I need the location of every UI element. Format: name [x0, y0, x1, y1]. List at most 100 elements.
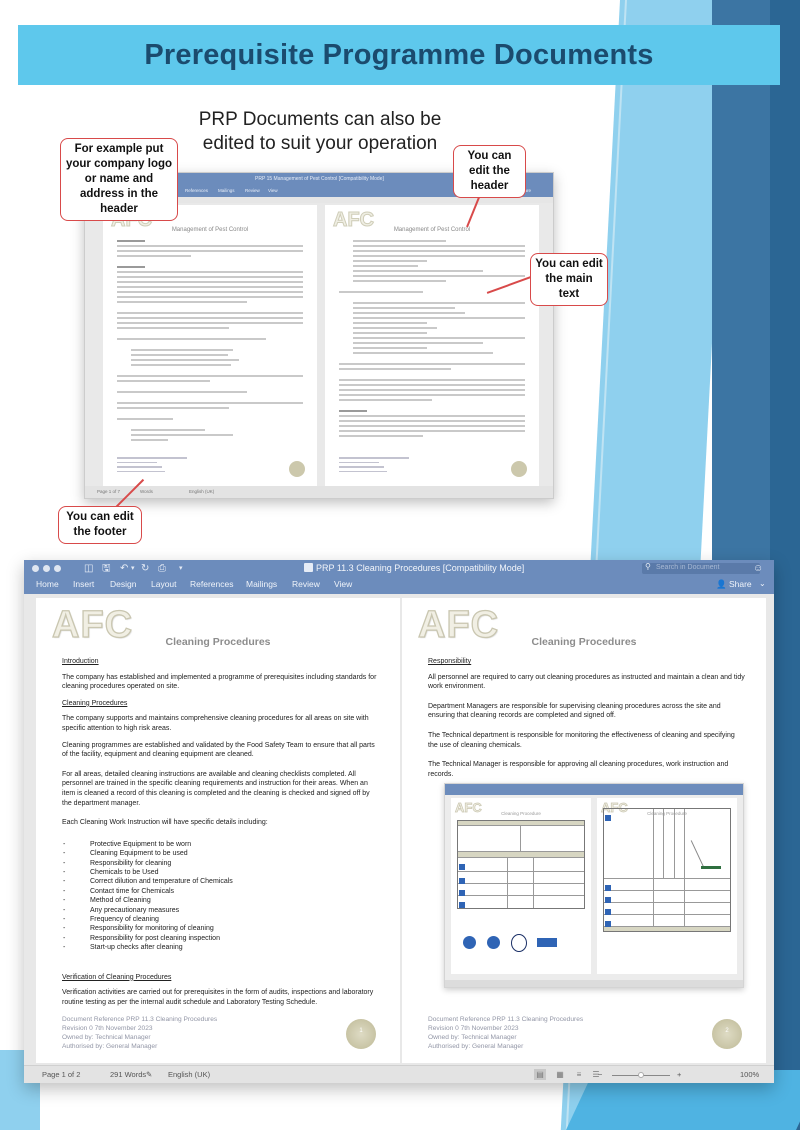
mini-page-2: AFC Cleaning Procedure: [597, 798, 737, 974]
tab-mailings[interactable]: Mailings: [246, 579, 277, 589]
sidebar-toggle-icon[interactable]: ◫: [84, 563, 93, 575]
list-item: Method of Cleaning: [62, 896, 380, 906]
outline-view-button[interactable]: ≡: [573, 1069, 585, 1080]
ribbon-collapse-chevron-icon[interactable]: ⌄: [759, 579, 766, 588]
list-item: Responsibility for post cleaning inspect…: [62, 934, 380, 944]
undo-icon[interactable]: ↶: [120, 563, 128, 575]
proofing-icon[interactable]: ✎: [146, 1070, 152, 1079]
intro-paragraph: The company has established and implemen…: [62, 673, 377, 691]
page-heading: Cleaning Procedures: [165, 636, 271, 648]
small-status-bar: Page 1 of 7 Words English (UK): [85, 486, 553, 498]
list-item: Frequency of cleaning: [62, 915, 380, 925]
small-status-language: English (UK): [189, 489, 215, 494]
smiley-account-icon[interactable]: ☺: [753, 563, 763, 574]
verification-paragraph: Verification activities are carried out …: [62, 989, 374, 1006]
small-window-title: PRP 15 Management of Pest Control [Compa…: [255, 176, 384, 182]
outline-icon: ≡: [576, 1070, 582, 1079]
small-page-2: AFC Management of Pest Control: [325, 205, 539, 487]
print-icon[interactable]: ⎙: [158, 563, 166, 575]
tab-design[interactable]: Design: [110, 579, 136, 589]
list-item: Any precautionary measures: [62, 906, 380, 916]
search-input[interactable]: ⚲ Search in Document: [642, 562, 760, 574]
small-page-1: AFC Management of Pest Control: [103, 205, 317, 487]
page-heading: Cleaning Procedures: [531, 636, 637, 648]
embedded-work-instruction-image: AFC Cleaning Procedure AFC Cleaning Proc…: [444, 783, 744, 988]
search-placeholder: Search in Document: [656, 564, 720, 571]
footer-revision: Revision 0 7th November 2023: [62, 1025, 153, 1032]
word-doc-icon: [304, 563, 313, 572]
tab-view[interactable]: View: [334, 579, 352, 589]
section-title-cleaning-procedures: Cleaning Procedures: [62, 699, 128, 707]
footer-authorised: Authorised by: General Manager: [428, 1043, 524, 1050]
share-button[interactable]: 👤 Share: [716, 579, 752, 590]
list-item: Correct dilution and temperature of Chem…: [62, 877, 380, 887]
subtitle-line-2: edited to suit your operation: [202, 133, 438, 154]
callout-edit-header: You can edit the header: [453, 145, 526, 198]
list-item: Start-up checks after cleaning: [62, 943, 380, 953]
paragraph: Department Managers are responsible for …: [428, 702, 721, 720]
background-stripe-darker: [770, 0, 800, 1130]
print-layout-view-button[interactable]: ▤: [534, 1069, 546, 1080]
small-page-heading: Management of Pest Control: [171, 227, 249, 233]
customize-toolbar-icon[interactable]: ▾: [179, 563, 183, 575]
title-bar: ◫ 🖫 ↶ ▾ ↻ ⎙ ▾ PRP 11.3 Cleaning Procedur…: [24, 560, 774, 578]
paragraph: Cleaning programmes are established and …: [62, 741, 375, 759]
footer-revision: Revision 0 7th November 2023: [428, 1025, 519, 1032]
page-number: 1: [359, 1028, 363, 1034]
page-body: Responsibility All personnel are require…: [428, 657, 746, 786]
pest-control-window-screenshot: PRP 15 Management of Pest Control [Compa…: [84, 172, 554, 499]
zoom-out-button[interactable]: −: [598, 1070, 602, 1079]
mini-heading: Cleaning Procedure: [501, 811, 541, 816]
callout-edit-main-text: You can edit the main text: [530, 253, 608, 306]
small-footer-lines: [117, 457, 187, 475]
paragraph: For all areas, detailed cleaning instruc…: [62, 770, 370, 807]
page-footer: Document Reference PRP 11.3 Cleaning Pro…: [428, 1015, 583, 1051]
small-status-page: Page 1 of 7: [97, 489, 121, 494]
maximize-window-button[interactable]: [54, 565, 61, 572]
zoom-slider[interactable]: [612, 1072, 670, 1078]
tab-insert[interactable]: Insert: [73, 579, 94, 589]
web-layout-view-button[interactable]: ▦: [554, 1069, 566, 1080]
subtitle-line-1: PRP Documents can also be: [198, 109, 442, 130]
small-seal-icon: [511, 461, 527, 477]
page-body: Introduction The company has established…: [62, 657, 380, 1014]
footer-document-reference: Document Reference PRP 11.3 Cleaning Pro…: [428, 1016, 584, 1023]
zoom-slider-handle[interactable]: [638, 1072, 644, 1078]
status-bar: Page 1 of 2 291 Words ✎ English (UK) ▤ ▦…: [24, 1065, 774, 1083]
small-page-body-lines: [117, 240, 303, 444]
paragraph: The company supports and maintains compr…: [62, 715, 369, 732]
footer-owner: Owned by: Technical Manager: [428, 1034, 517, 1041]
document-title: PRP 11.3 Cleaning Procedures [Compatibil…: [304, 563, 524, 573]
zoom-in-button[interactable]: +: [677, 1070, 681, 1079]
redo-icon[interactable]: ↻: [141, 563, 149, 575]
save-icon[interactable]: 🖫: [102, 563, 111, 575]
paragraph: The Technical Manager is responsible for…: [428, 761, 729, 778]
mini-page-1: AFC Cleaning Procedure: [451, 798, 591, 974]
minimize-window-button[interactable]: [43, 565, 50, 572]
tab-references[interactable]: References: [190, 579, 233, 589]
ppe-icon: [511, 934, 527, 952]
small-tab-references: References: [185, 188, 209, 193]
small-tab-review: Review: [245, 188, 260, 193]
ribbon-tabs: Home Insert Design Layout References Mai…: [24, 578, 774, 594]
status-language[interactable]: English (UK): [168, 1070, 210, 1079]
section-title-verification: Verification of Cleaning Procedures: [62, 973, 172, 981]
close-window-button[interactable]: [32, 565, 39, 572]
small-footer-lines: [339, 457, 409, 475]
zoom-level[interactable]: 100%: [740, 1070, 759, 1079]
document-page-1[interactable]: AFC Cleaning Procedures Introduction The…: [36, 598, 400, 1063]
tab-home[interactable]: Home: [36, 579, 59, 589]
document-page-2[interactable]: AFC Cleaning Procedures Responsibility A…: [402, 598, 766, 1063]
small-page-heading: Management of Pest Control: [393, 227, 471, 233]
undo-dropdown-icon[interactable]: ▾: [131, 563, 135, 575]
small-tab-mailings: Mailings: [218, 188, 235, 193]
status-page-count[interactable]: Page 1 of 2: [42, 1070, 80, 1079]
seal-icon: 2: [712, 1019, 742, 1049]
tab-review[interactable]: Review: [292, 579, 320, 589]
status-word-count[interactable]: 291 Words: [110, 1070, 146, 1079]
callout-edit-footer: You can edit the footer: [58, 506, 142, 544]
ppe-sign: [537, 938, 557, 947]
print-layout-icon: ▤: [536, 1070, 544, 1079]
tab-layout[interactable]: Layout: [151, 579, 177, 589]
footer-document-reference: Document Reference PRP 11.3 Cleaning Pro…: [62, 1016, 218, 1023]
